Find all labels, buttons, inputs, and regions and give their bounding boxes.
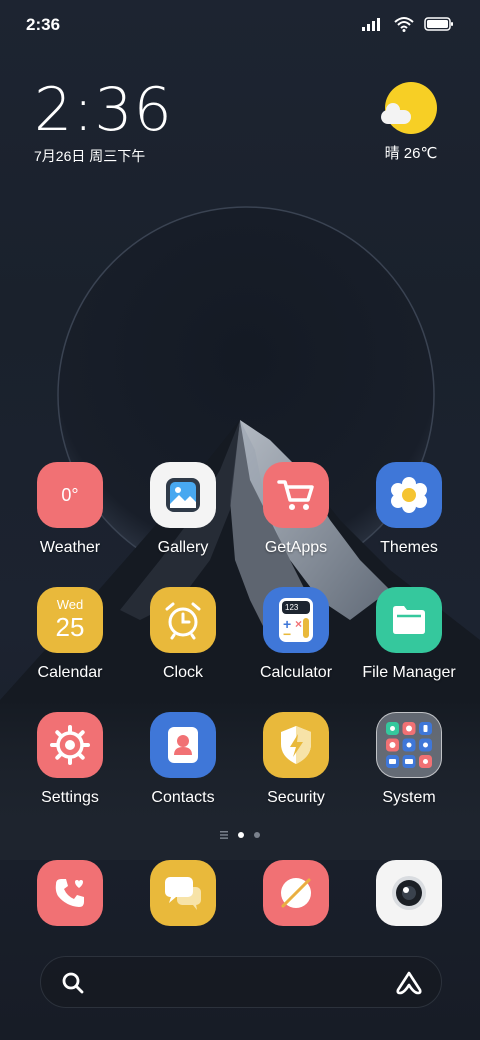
- weather-widget[interactable]: 晴 26℃: [376, 82, 446, 163]
- search-bar[interactable]: [40, 956, 442, 1008]
- app-calculator[interactable]: 123 + × − Calculator: [241, 587, 351, 682]
- clock-date: 7月26日 周三下午: [34, 148, 146, 164]
- sun-cloud-icon: [381, 82, 437, 134]
- cart-icon: [263, 462, 329, 528]
- app-contacts[interactable]: Contacts: [128, 712, 238, 807]
- gallery-icon: [150, 462, 216, 528]
- page-dot-active[interactable]: [238, 832, 244, 838]
- app-gallery[interactable]: Gallery: [128, 462, 238, 557]
- app-label: GetApps: [264, 539, 328, 556]
- app-calendar[interactable]: Wed 25 Calendar: [15, 587, 125, 682]
- app-settings[interactable]: Settings: [15, 712, 125, 807]
- app-file-manager[interactable]: File Manager: [354, 587, 464, 682]
- app-label: Settings: [41, 789, 99, 806]
- gear-icon: [37, 712, 103, 778]
- battery-icon: [424, 17, 453, 31]
- phone-icon: [55, 879, 84, 907]
- calendar-icon: Wed 25: [37, 587, 103, 653]
- status-time: 2:36: [26, 15, 61, 34]
- menu-lines-icon: [220, 831, 228, 839]
- weather-app-icon: 0°: [37, 462, 103, 528]
- app-label: Weather: [39, 539, 101, 556]
- status-icons: [362, 16, 454, 32]
- dock-camera[interactable]: [376, 860, 442, 926]
- app-label: Calculator: [259, 664, 333, 681]
- weather-badge: 0°: [61, 484, 79, 505]
- camera-icon: [392, 876, 426, 910]
- clock-time: 2:36: [34, 75, 173, 145]
- dock-browser[interactable]: [263, 860, 329, 926]
- chat-bubbles-icon: [165, 877, 201, 910]
- status-bar: 2:36: [0, 0, 480, 50]
- app-system-folder[interactable]: System: [354, 712, 464, 807]
- dock-messages[interactable]: [150, 860, 216, 926]
- app-label: File Manager: [362, 664, 456, 681]
- app-themes[interactable]: Themes: [354, 462, 464, 557]
- wifi-icon: [394, 17, 414, 32]
- app-label: Calendar: [37, 664, 103, 681]
- app-label: Clock: [162, 664, 203, 681]
- assistant-icon[interactable]: [395, 970, 423, 996]
- calendar-weekday: Wed: [56, 597, 84, 612]
- app-label: System: [382, 789, 436, 806]
- alarm-clock-icon: [150, 587, 216, 653]
- app-label: Gallery: [157, 539, 209, 556]
- app-label: Contacts: [151, 789, 215, 806]
- flower-icon: [376, 462, 442, 528]
- weather-text: 晴 26℃: [384, 145, 438, 162]
- page-indicator[interactable]: [0, 826, 480, 844]
- shield-icon: [263, 712, 329, 778]
- app-label: Security: [267, 789, 325, 806]
- clock-widget[interactable]: 2:36 7月26日 周三下午: [34, 78, 173, 166]
- app-label: Themes: [380, 539, 438, 556]
- calculator-icon: 123 + × −: [263, 587, 329, 653]
- signal-icon: [362, 18, 380, 31]
- calendar-day: 25: [55, 612, 85, 642]
- contact-card-icon: [150, 712, 216, 778]
- calculator-display: 123: [282, 601, 310, 614]
- app-getapps[interactable]: GetApps: [241, 462, 351, 557]
- dock-phone[interactable]: [37, 860, 103, 926]
- compass-icon: [281, 878, 311, 908]
- search-icon[interactable]: [61, 971, 85, 995]
- app-weather[interactable]: 0° Weather: [15, 462, 125, 557]
- folder-grid-icon: [376, 712, 442, 778]
- page-dot[interactable]: [254, 832, 260, 838]
- folder-icon: [376, 587, 442, 653]
- app-security[interactable]: Security: [241, 712, 351, 807]
- app-clock[interactable]: Clock: [128, 587, 238, 682]
